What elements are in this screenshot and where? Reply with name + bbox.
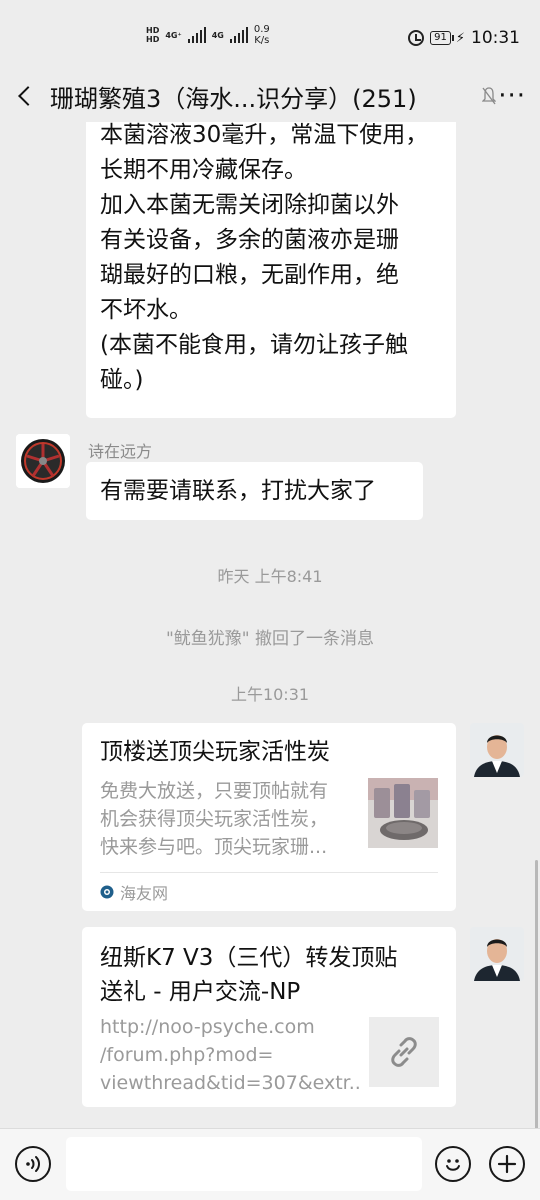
card-source-name: 海友网: [120, 884, 169, 903]
avatar[interactable]: [16, 434, 70, 488]
network-type-label: 4G⁺: [165, 30, 182, 40]
timestamp: 昨天 上午8:41: [217, 567, 323, 586]
add-button[interactable]: [489, 1146, 525, 1182]
speed-value: 0.9: [253, 24, 270, 35]
card-url-line: http://noo-psyche.com: [100, 1016, 315, 1038]
card-title-line: 送礼 - 用户交流-NP: [100, 979, 301, 1005]
message-input[interactable]: [66, 1137, 422, 1191]
card-source: 海友网: [100, 873, 168, 911]
message-line: (本菌不能食用，请勿让孩子触: [100, 332, 408, 358]
person-avatar-image: [470, 723, 524, 777]
message-line: 长期不用冷藏保存。: [100, 157, 307, 183]
card-title-line: 纽斯K7 V3（三代）转发顶贴: [100, 945, 398, 971]
card-description: 免费大放送，只要顶帖就有 机会获得顶尖玩家活性炭， 快来参与吧。顶尖玩家珊...: [100, 777, 362, 861]
input-bar: [0, 1128, 540, 1200]
recall-notice: "鱿鱼犹豫" 撤回了一条消息: [165, 629, 375, 649]
card-desc-line: 快来参与吧。顶尖玩家珊...: [100, 836, 328, 858]
wheel-avatar-image: [16, 434, 70, 488]
message-bubble[interactable]: 有需要请联系，打扰大家了: [86, 462, 423, 520]
link-icon: [391, 1037, 417, 1067]
voice-button[interactable]: [15, 1146, 51, 1182]
hd-badge: HD: [146, 26, 160, 35]
status-bar: HD HD 4G⁺ 4G 0.9 K/s 91 ⚡ 10:31: [0, 0, 540, 70]
card-title: 纽斯K7 V3（三代）转发顶贴 送礼 - 用户交流-NP: [100, 941, 440, 1009]
alarm-icon: [408, 30, 425, 46]
more-button[interactable]: ···: [498, 81, 526, 111]
link-card[interactable]: 顶楼送顶尖玩家活性炭 免费大放送，只要顶帖就有 机会获得顶尖玩家活性炭， 快来参…: [82, 723, 456, 911]
chat-header-bar: 珊瑚繁殖3（海水...识分享）(251) ···: [0, 70, 540, 122]
message-line: 有关设备，多余的菌液亦是珊: [100, 227, 399, 253]
message-text: 本菌溶液30毫升，常温下使用， 长期不用冷藏保存。 加入本菌无需关闭除抑菌以外 …: [100, 118, 442, 398]
card-title: 顶楼送顶尖玩家活性炭: [100, 739, 330, 765]
network-speed: 0.9 K/s: [254, 24, 270, 46]
header-overlay: 珊瑚繁殖3（海水...识分享）(251) ···: [0, 70, 540, 122]
message-line: 碰。): [100, 367, 144, 393]
message-line: 本菌溶液30毫升，常温下使用，: [100, 122, 429, 148]
voice-icon: [26, 1156, 40, 1172]
signal-icon: [229, 27, 248, 43]
message-line: 不坏水。: [100, 297, 192, 323]
chevron-left-icon: [18, 86, 38, 106]
sender-name: 诗在远方: [88, 442, 153, 461]
message-line: 加入本菌无需关闭除抑菌以外: [100, 192, 399, 218]
emoji-button[interactable]: [435, 1146, 471, 1182]
chat-title: 珊瑚繁殖3（海水...识分享）(251): [50, 84, 417, 113]
bell-muted-icon: [482, 87, 497, 105]
network-indicators: HD HD 4G⁺ 4G 0.9 K/s: [146, 24, 270, 46]
card-url-line: viewthread&tid=307&extr...: [100, 1072, 362, 1094]
card-thumbnail: [368, 778, 438, 848]
scrollbar[interactable]: [535, 860, 538, 1130]
card-url: http://noo-psyche.com /forum.php?mod= vi…: [100, 1013, 362, 1097]
clock: 10:31: [471, 28, 520, 48]
network-type-label: 4G: [211, 30, 224, 40]
signal-icon: [187, 27, 206, 43]
plus-icon: [497, 1154, 517, 1174]
card-url-line: /forum.php?mod=: [100, 1044, 274, 1066]
timestamp: 上午10:31: [230, 685, 310, 704]
charging-icon: ⚡: [455, 30, 465, 46]
chat-screen: HD HD 4G⁺ 4G 0.9 K/s 91 ⚡ 10:31 本菌溶液30毫升…: [0, 0, 540, 1200]
person-avatar-image: [470, 927, 524, 981]
avatar[interactable]: [470, 927, 524, 981]
link-thumbnail: [369, 1017, 439, 1087]
hd-badges: HD HD: [146, 26, 159, 44]
battery-level: 91: [430, 31, 451, 45]
system-indicators: 91 ⚡ 10:31: [408, 28, 520, 48]
header-actions: ···: [482, 81, 526, 111]
speed-unit: K/s: [254, 35, 270, 46]
link-card[interactable]: 纽斯K7 V3（三代）转发顶贴 送礼 - 用户交流-NP http://noo-…: [82, 927, 456, 1107]
hd-badge: HD: [146, 35, 160, 44]
emoji-icon: [446, 1159, 460, 1171]
site-logo-icon: [100, 885, 114, 899]
card-desc-line: 免费大放送，只要顶帖就有: [100, 780, 329, 802]
back-button[interactable]: [0, 70, 50, 122]
avatar[interactable]: [470, 723, 524, 777]
message-line: 瑚最好的口粮，无副作用，绝: [100, 262, 399, 288]
card-desc-line: 机会获得顶尖玩家活性炭，: [100, 808, 329, 830]
message-bubble[interactable]: 本菌溶液30毫升，常温下使用， 长期不用冷藏保存。 加入本菌无需关闭除抑菌以外 …: [86, 110, 456, 418]
battery-icon: 91 ⚡: [430, 31, 465, 46]
message-text: 有需要请联系，打扰大家了: [100, 477, 376, 504]
